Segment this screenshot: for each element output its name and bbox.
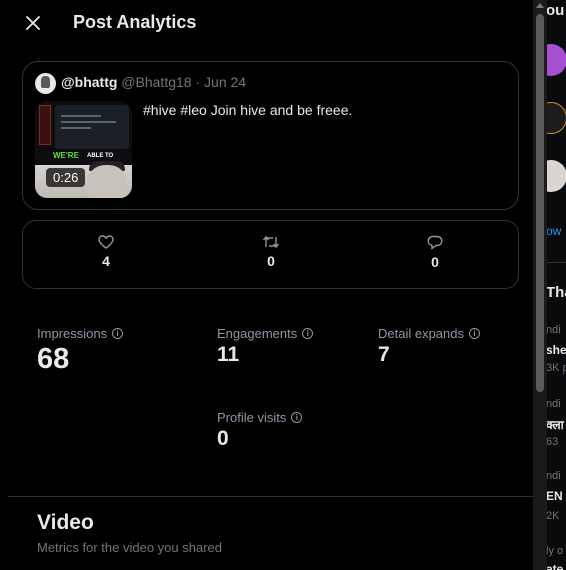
metric-value: 68 — [37, 343, 70, 375]
thumbnail-line — [61, 127, 91, 129]
metric-label-text: Detail expands — [378, 326, 464, 341]
trend-category: ndi — [547, 398, 561, 410]
metric-value: 0 — [217, 427, 229, 450]
likes-stat[interactable]: 4 — [86, 235, 126, 269]
metric-label: Impressions i — [37, 326, 124, 341]
trend-category: ndi — [547, 470, 561, 482]
trend-category: ndi — [547, 324, 561, 336]
post-preview-card[interactable]: @bhattg @Bhattg18 · Jun 24 WE'RE ABLE TO… — [22, 61, 519, 210]
avatar[interactable] — [35, 73, 56, 94]
scroll-up-arrow-icon[interactable] — [536, 3, 544, 8]
metric-detail-expands: Detail expands i 7 — [378, 326, 480, 367]
video-thumbnail[interactable]: WE'RE ABLE TO 0:26 — [35, 101, 132, 198]
post-meta: @bhattg @Bhattg18 · Jun 24 — [61, 74, 246, 90]
post-date[interactable]: Jun 24 — [204, 74, 246, 90]
metric-label-text: Impressions — [37, 326, 108, 341]
heart-icon — [98, 235, 114, 249]
modal-scrollbar[interactable] — [533, 0, 547, 570]
repost-icon — [262, 235, 280, 249]
metric-impressions: Impressions i 68 — [37, 326, 124, 376]
post-analytics-modal: Post Analytics @bhattg @Bhattg18 · Jun 2… — [8, 0, 533, 570]
replies-count: 0 — [431, 254, 439, 270]
metric-label: Engagements i — [217, 326, 314, 341]
metric-profile-visits: Profile visits i 0 — [217, 410, 303, 451]
scroll-thumb[interactable] — [536, 14, 544, 392]
trend-count: 3K p — [547, 362, 566, 374]
trend-category: ly o — [547, 545, 564, 557]
close-icon — [26, 16, 40, 30]
thumbnail-caption-white: ABLE TO — [87, 153, 114, 159]
thumbnail-graphic — [39, 105, 51, 145]
thumbnail-caption-green: WE'RE — [53, 151, 79, 160]
suggested-avatar[interactable] — [547, 160, 566, 192]
sidebar-heading-partial: ou — [547, 2, 565, 19]
metric-value: 7 — [378, 343, 390, 366]
trend-name[interactable]: क्ला — [547, 416, 564, 433]
close-button[interactable] — [20, 10, 46, 36]
trends-heading: Tha — [547, 284, 566, 301]
trend-name[interactable]: EN — [547, 489, 563, 503]
video-section-subtitle: Metrics for the video you shared — [37, 540, 222, 555]
background-sidebar: ou ow Tha ndi she 3K p ndi क्ला 63 ndi E… — [547, 0, 566, 570]
video-duration-badge: 0:26 — [46, 168, 86, 187]
engagement-stats-card: 4 0 0 — [22, 220, 519, 289]
thumbnail-person — [87, 165, 127, 198]
post-text: #hive #leo Join hive and be freee. — [143, 102, 353, 118]
meta-separator: · — [195, 74, 201, 90]
section-divider — [8, 496, 533, 497]
info-icon[interactable]: i — [302, 328, 314, 339]
metric-engagements: Engagements i 11 — [217, 326, 314, 367]
sidebar-divider — [547, 262, 566, 263]
metric-label-text: Engagements — [217, 326, 298, 341]
suggested-avatar[interactable] — [547, 102, 566, 134]
reposts-count: 0 — [267, 253, 275, 269]
reposts-stat[interactable]: 0 — [251, 235, 291, 269]
thumbnail-line — [61, 115, 101, 117]
metric-value: 11 — [217, 343, 240, 366]
suggested-avatar[interactable] — [547, 44, 566, 76]
post-handle[interactable]: @Bhattg18 — [121, 74, 191, 90]
replies-stat[interactable]: 0 — [415, 235, 455, 270]
trend-name[interactable]: ate — [547, 562, 563, 570]
likes-count: 4 — [102, 253, 110, 269]
video-section-title: Video — [37, 511, 94, 534]
show-more-link[interactable]: ow — [547, 224, 561, 238]
trend-count: 63 — [547, 436, 559, 448]
modal-header: Post Analytics — [8, 0, 533, 46]
metric-label: Detail expands i — [378, 326, 480, 341]
info-icon[interactable]: i — [112, 328, 124, 339]
reply-icon — [427, 235, 443, 250]
metric-label-text: Profile visits — [217, 410, 287, 425]
info-icon[interactable]: i — [469, 328, 480, 339]
post-display-name[interactable]: @bhattg — [61, 74, 117, 90]
modal-title: Post Analytics — [73, 12, 197, 32]
trend-count: 2K — [547, 510, 560, 522]
thumbnail-line — [61, 121, 116, 123]
metric-label: Profile visits i — [217, 410, 303, 425]
info-icon[interactable]: i — [291, 412, 303, 423]
trend-name[interactable]: she — [547, 343, 566, 357]
